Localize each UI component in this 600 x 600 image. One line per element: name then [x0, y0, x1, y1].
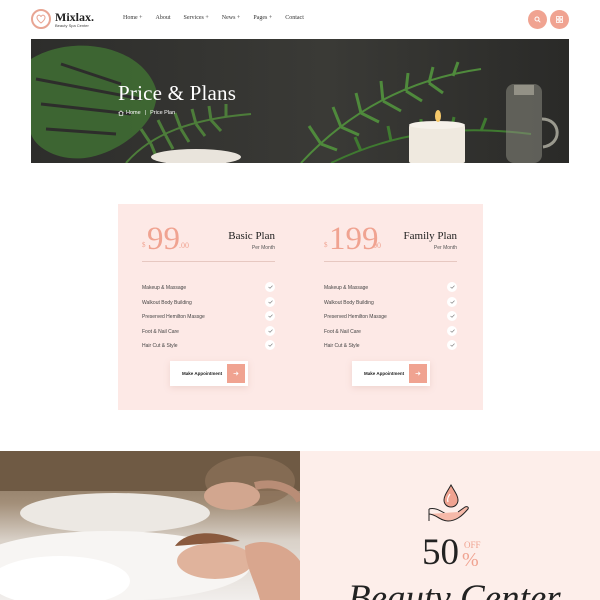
nav-item-news[interactable]: News +: [222, 15, 241, 21]
grid-menu-icon: [556, 16, 563, 23]
feature-item: Walkout Body Building: [142, 296, 275, 312]
feature-label: Preserved Hemilton Massge: [142, 314, 205, 320]
check-icon: [265, 296, 275, 307]
plan-period: Per Month: [433, 245, 457, 251]
feature-label: Hair Cut & Style: [142, 343, 178, 349]
check-icon: [447, 311, 457, 321]
arrow-right-icon: [409, 364, 427, 383]
feature-label: Foot & Nail Care: [324, 328, 361, 335]
feature-label: Makeup & Massage: [142, 285, 187, 291]
check-icon: [265, 340, 275, 350]
check-icon: [265, 311, 275, 321]
search-icon: [534, 16, 541, 23]
feature-item: Makeup & Massage: [142, 282, 275, 297]
pricing-card-family: $ 199 .00 Family Plan Per Month Makeup &…: [324, 204, 464, 410]
nav-item-pages[interactable]: Pages +: [253, 15, 272, 21]
make-appointment-button[interactable]: Make Appointment: [352, 361, 430, 386]
breadcrumb-separator: |: [144, 110, 147, 116]
button-label: Make Appointment: [182, 371, 223, 376]
promo-title: Beauty Center: [348, 578, 561, 600]
feature-label: Preserved Hemilton Massge: [324, 314, 387, 320]
brand-tagline: Beauty Spa Center: [55, 23, 89, 28]
feature-item: Foot & Nail Care: [142, 325, 275, 341]
feature-item: Hair Cut & Style: [324, 340, 457, 355]
main-nav: Home + About Services + News + Pages + C…: [123, 15, 317, 21]
plan-name: Family Plan: [403, 230, 457, 242]
feature-item: Preserved Hemilton Massge: [324, 311, 457, 326]
arrow-right-icon: [227, 364, 245, 383]
feature-list: Makeup & Massage Walkout Body Building P…: [324, 282, 457, 355]
home-icon: [118, 110, 124, 116]
feature-item: Walkout Body Building: [324, 296, 457, 312]
check-icon: [447, 325, 457, 336]
hero-background-image: [31, 45, 559, 163]
breadcrumb: Home | Price Plan: [118, 110, 175, 116]
feature-label: Foot & Nail Care: [142, 328, 179, 335]
discount-number: 50: [422, 532, 459, 573]
pricing-section: $ 99 .00 Basic Plan Per Month Makeup & M…: [118, 204, 483, 410]
price-decimal: .00: [371, 241, 381, 250]
feature-list: Makeup & Massage Walkout Body Building P…: [142, 282, 275, 355]
nav-item-about[interactable]: About: [156, 15, 171, 21]
nav-item-contact[interactable]: Contact: [285, 15, 304, 21]
site-header: Mixlax. Beauty Spa Center Home + About S…: [0, 0, 600, 39]
page-hero: Price & Plans Home | Price Plan: [31, 39, 569, 163]
price-currency: $: [324, 241, 328, 249]
pricing-card-basic: $ 99 .00 Basic Plan Per Month Makeup & M…: [142, 204, 282, 410]
divider: [324, 261, 457, 262]
feature-label: Walkout Body Building: [324, 299, 374, 306]
menu-button[interactable]: [550, 10, 569, 29]
check-icon: [447, 282, 457, 292]
price-amount: 199: [329, 221, 379, 257]
make-appointment-button[interactable]: Make Appointment: [170, 361, 248, 386]
massage-illustration: [0, 451, 300, 600]
spa-massage-photo: [0, 451, 300, 600]
nav-item-home[interactable]: Home +: [123, 15, 143, 21]
price-currency: $: [142, 241, 146, 249]
feature-item: Makeup & Massage: [324, 282, 457, 297]
feature-label: Walkout Body Building: [142, 299, 192, 306]
logo-icon[interactable]: [31, 9, 51, 29]
price-amount: 99: [147, 221, 180, 257]
check-icon: [265, 282, 275, 292]
promo-section: 50 OFF % Beauty Center: [300, 451, 600, 600]
plan-period: Per Month: [251, 245, 275, 251]
feature-item: Foot & Nail Care: [324, 325, 457, 341]
plan-name: Basic Plan: [228, 230, 275, 242]
feature-label: Hair Cut & Style: [324, 343, 360, 349]
price-decimal: .00: [179, 241, 189, 250]
check-icon: [265, 325, 275, 336]
feature-item: Hair Cut & Style: [142, 340, 275, 355]
divider: [142, 261, 275, 262]
feature-label: Makeup & Massage: [324, 285, 369, 291]
search-button[interactable]: [528, 10, 547, 29]
discount-percent: %: [462, 549, 479, 571]
nav-item-services[interactable]: Services +: [184, 15, 209, 21]
page-title: Price & Plans: [118, 81, 237, 105]
hand-drop-icon: [428, 483, 469, 522]
check-icon: [447, 296, 457, 307]
check-icon: [447, 340, 457, 350]
feature-item: Preserved Hemilton Massge: [142, 311, 275, 326]
breadcrumb-current: Price Plan: [150, 110, 176, 116]
breadcrumb-home[interactable]: Home: [126, 110, 141, 116]
button-label: Make Appointment: [364, 371, 405, 376]
